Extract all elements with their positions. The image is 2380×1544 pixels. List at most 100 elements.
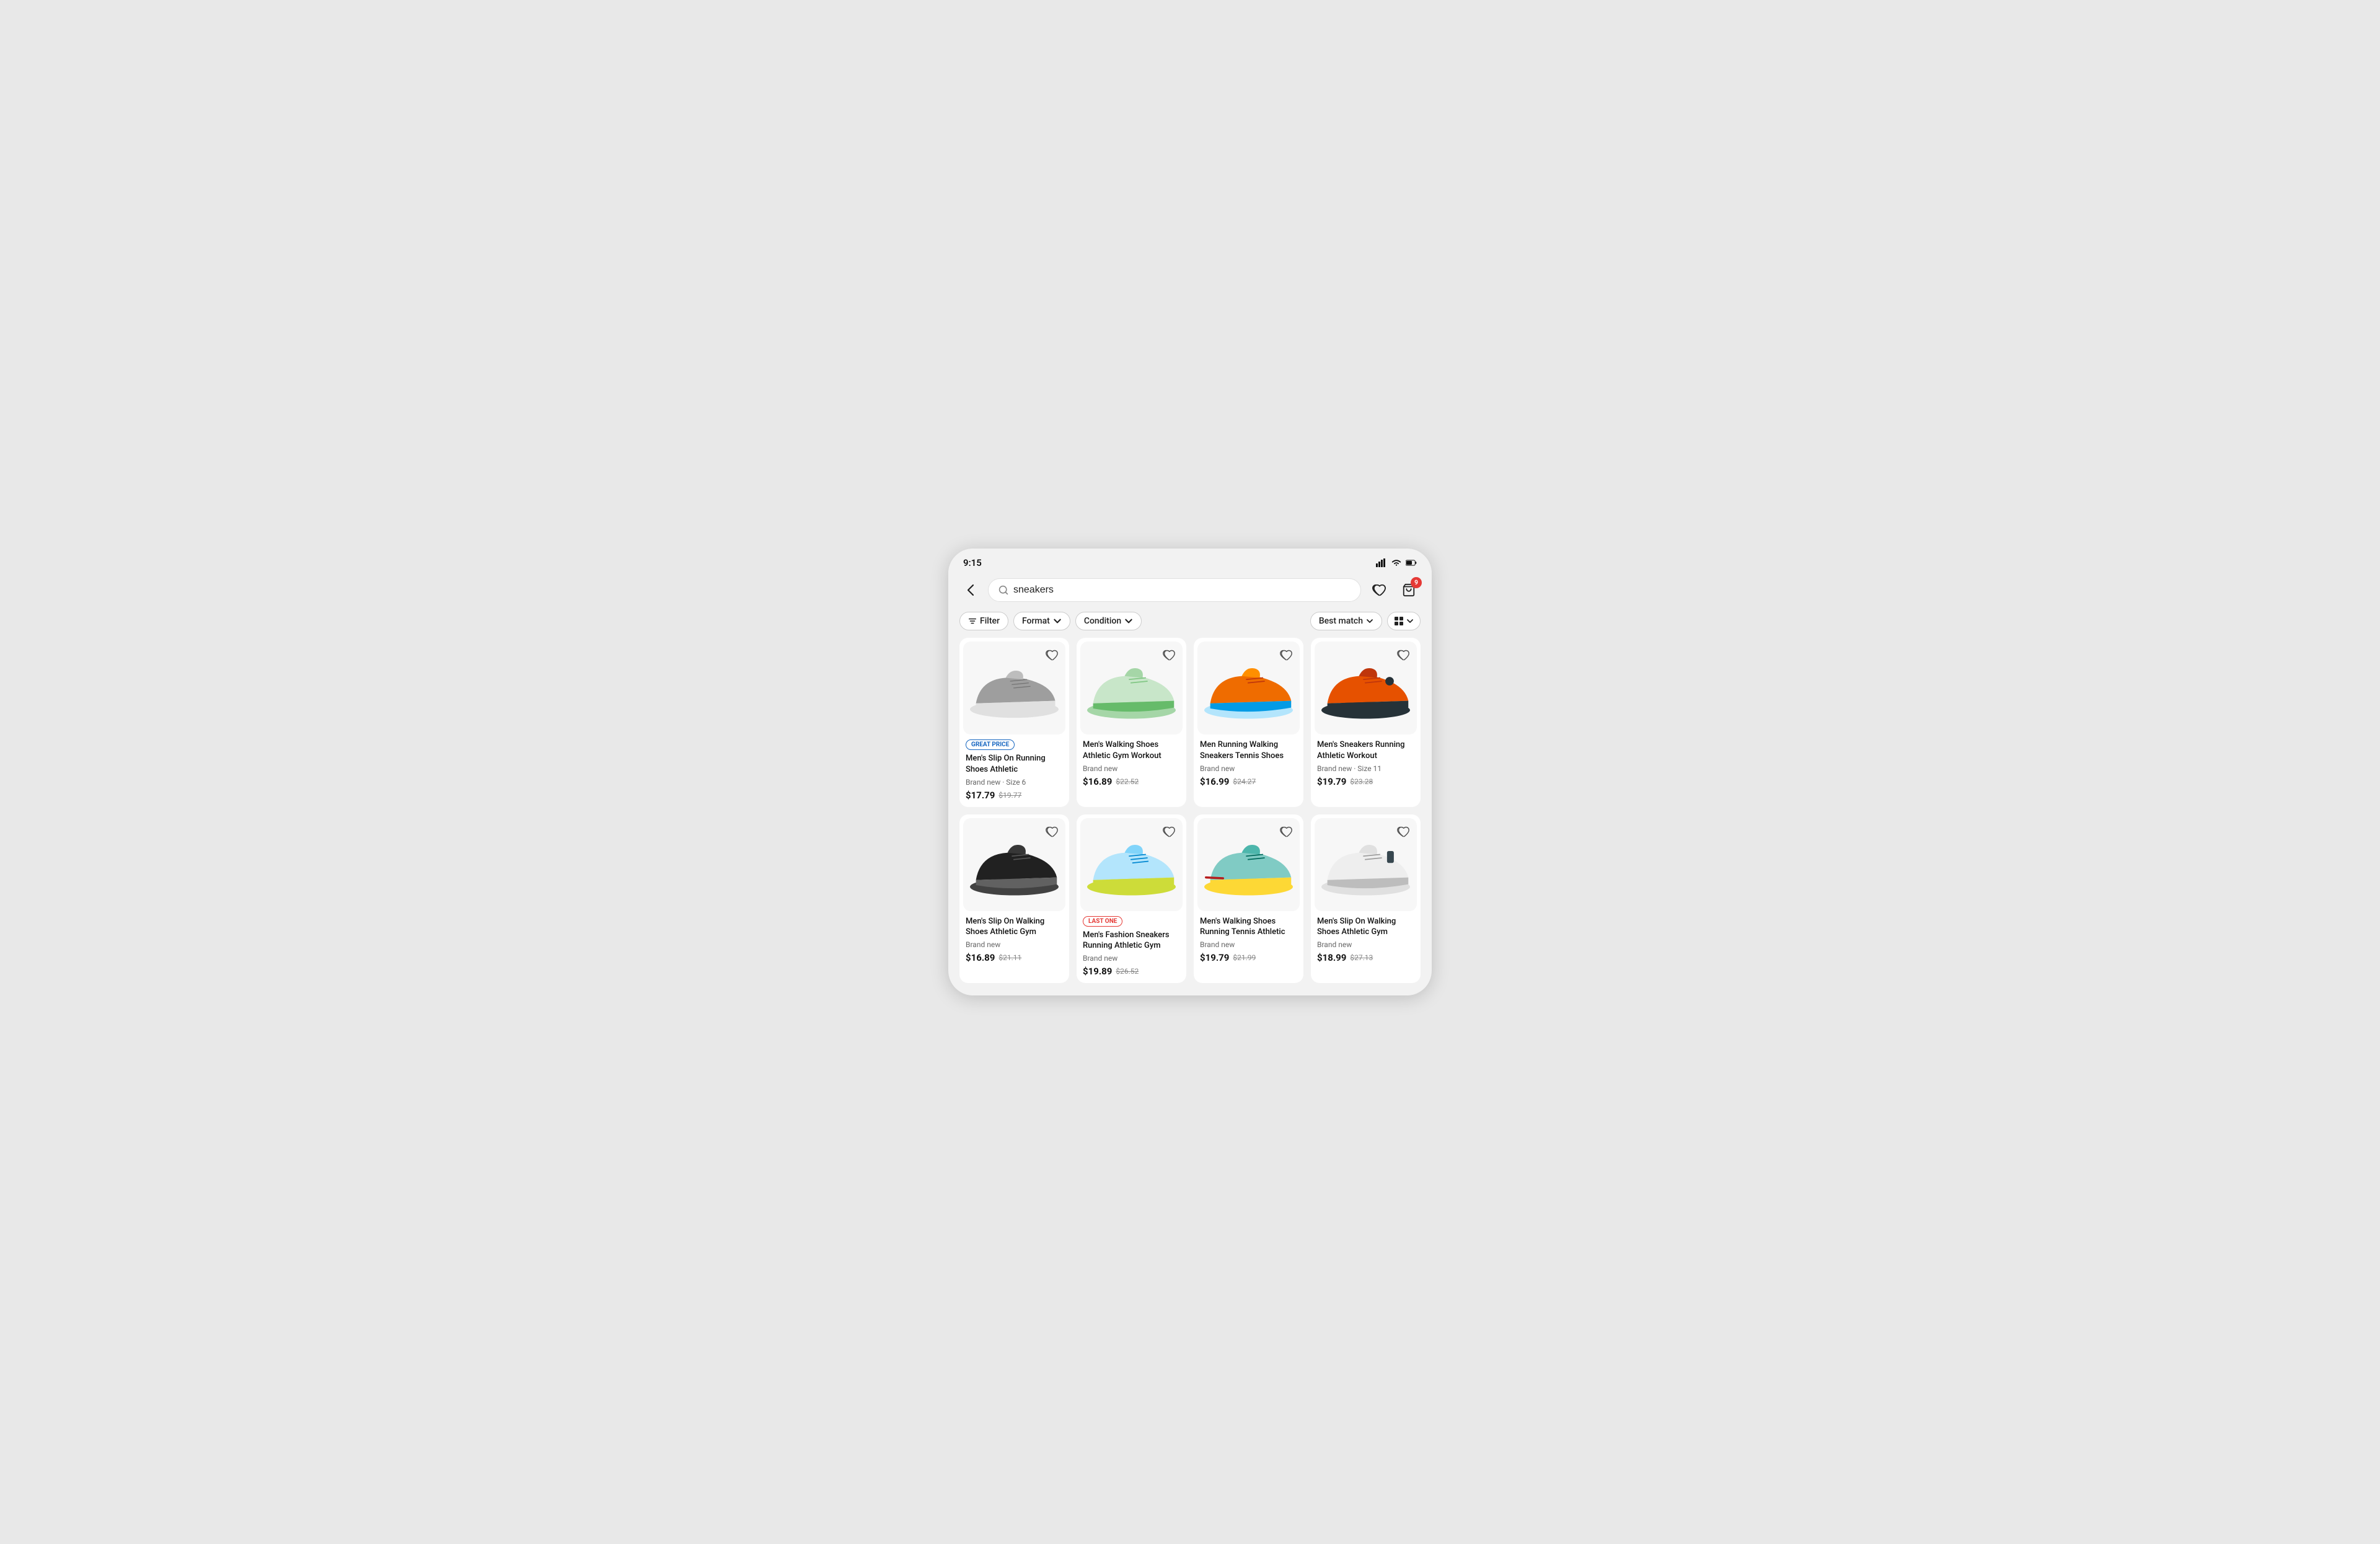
device-frame: 9:15: [948, 549, 1432, 995]
product-condition: Brand new: [1083, 954, 1180, 963]
product-card[interactable]: Men's Walking Shoes Running Tennis Athle…: [1194, 814, 1303, 983]
product-card[interactable]: Men's Slip On Walking Shoes Athletic Gym…: [1311, 814, 1421, 983]
back-button[interactable]: [959, 579, 982, 601]
status-time: 9:15: [963, 557, 982, 568]
product-prices: $19.79 $23.28: [1317, 776, 1414, 787]
product-title: Men's Walking Shoes Athletic Gym Workout: [1083, 739, 1180, 761]
condition-dropdown[interactable]: Condition: [1075, 612, 1142, 630]
price-original: $26.52: [1116, 967, 1139, 976]
product-title: Men's Slip On Walking Shoes Athletic Gym: [966, 916, 1063, 938]
wishlist-button[interactable]: [1367, 578, 1391, 602]
product-prices: $18.99 $27.13: [1317, 952, 1414, 963]
product-condition: Brand new · Size 6: [966, 778, 1063, 787]
signal-icon: [1376, 558, 1387, 567]
product-info: Men's Walking Shoes Running Tennis Athle…: [1194, 911, 1303, 983]
product-title: Men's Sneakers Running Athletic Workout: [1317, 739, 1414, 761]
products-grid: GREAT PRICE Men's Slip On Running Shoes …: [948, 638, 1432, 995]
product-info: Men's Slip On Walking Shoes Athletic Gym…: [959, 911, 1069, 983]
product-image: [963, 642, 1065, 735]
product-prices: $16.99 $24.27: [1200, 776, 1297, 787]
product-prices: $19.79 $21.99: [1200, 952, 1297, 963]
product-image: [1315, 642, 1417, 735]
search-icon: [998, 585, 1008, 595]
status-icons: [1376, 558, 1417, 567]
product-card[interactable]: LAST ONE Men's Fashion Sneakers Running …: [1077, 814, 1186, 983]
product-badge: LAST ONE: [1083, 916, 1122, 927]
wishlist-btn[interactable]: [1043, 823, 1060, 840]
format-label: Format: [1022, 616, 1050, 626]
product-title: Men's Slip On Walking Shoes Athletic Gym: [1317, 916, 1414, 938]
product-card[interactable]: Men's Walking Shoes Athletic Gym Workout…: [1077, 638, 1186, 806]
wishlist-btn[interactable]: [1277, 646, 1295, 664]
product-info: GREAT PRICE Men's Slip On Running Shoes …: [959, 735, 1069, 806]
product-prices: $16.89 $21.11: [966, 952, 1063, 963]
battery-icon: [1406, 558, 1417, 567]
product-card[interactable]: GREAT PRICE Men's Slip On Running Shoes …: [959, 638, 1069, 806]
product-image: [963, 818, 1065, 911]
product-prices: $16.89 $22.52: [1083, 776, 1180, 787]
product-title: Men Running Walking Sneakers Tennis Shoe…: [1200, 739, 1297, 761]
product-condition: Brand new: [1200, 940, 1297, 949]
price-current: $17.79: [966, 790, 995, 801]
sort-chevron-icon: [1366, 617, 1373, 625]
product-title: Men's Slip On Running Shoes Athletic: [966, 753, 1063, 775]
cart-button[interactable]: 9: [1397, 578, 1421, 602]
search-bar-row: 9: [948, 573, 1432, 608]
price-current: $18.99: [1317, 952, 1346, 963]
product-image: [1080, 818, 1183, 911]
product-info: Men's Walking Shoes Athletic Gym Workout…: [1077, 735, 1186, 806]
wifi-icon: [1391, 558, 1402, 567]
format-dropdown[interactable]: Format: [1013, 612, 1070, 630]
product-condition: Brand new: [1200, 764, 1297, 773]
product-title: Men's Walking Shoes Running Tennis Athle…: [1200, 916, 1297, 938]
wishlist-btn[interactable]: [1160, 646, 1178, 664]
product-condition: Brand new: [1317, 940, 1414, 949]
price-current: $16.99: [1200, 776, 1229, 787]
product-info: LAST ONE Men's Fashion Sneakers Running …: [1077, 911, 1186, 983]
grid-icon: [1394, 616, 1404, 626]
search-input-wrap: [988, 578, 1361, 602]
product-info: Men's Sneakers Running Athletic Workout …: [1311, 735, 1421, 806]
product-card[interactable]: Men's Sneakers Running Athletic Workout …: [1311, 638, 1421, 806]
sort-dropdown[interactable]: Best match: [1310, 612, 1382, 630]
cart-badge: 9: [1411, 577, 1422, 588]
filter-icon: [968, 617, 977, 625]
price-original: $27.13: [1350, 953, 1373, 962]
filter-row: Filter Format Condition Best match: [948, 608, 1432, 638]
product-info: Men Running Walking Sneakers Tennis Shoe…: [1194, 735, 1303, 806]
condition-chevron-icon: [1124, 617, 1133, 625]
filter-button[interactable]: Filter: [959, 612, 1008, 630]
price-original: $23.28: [1350, 777, 1373, 786]
price-original: $24.27: [1233, 777, 1256, 786]
grid-view-toggle[interactable]: [1387, 612, 1421, 630]
product-image: [1315, 818, 1417, 911]
filter-label: Filter: [980, 616, 1000, 626]
product-image: [1197, 818, 1300, 911]
wishlist-btn[interactable]: [1277, 823, 1295, 840]
format-chevron-icon: [1053, 617, 1062, 625]
product-prices: $17.79 $19.77: [966, 790, 1063, 801]
price-current: $19.89: [1083, 966, 1112, 977]
price-original: $21.11: [998, 953, 1021, 962]
price-current: $19.79: [1200, 952, 1229, 963]
grid-chevron-icon: [1406, 617, 1414, 625]
product-image: [1080, 642, 1183, 735]
price-original: $21.99: [1233, 953, 1256, 962]
product-title: Men's Fashion Sneakers Running Athletic …: [1083, 930, 1180, 951]
product-info: Men's Slip On Walking Shoes Athletic Gym…: [1311, 911, 1421, 983]
product-image: [1197, 642, 1300, 735]
product-condition: Brand new: [966, 940, 1063, 949]
product-card[interactable]: Men's Slip On Walking Shoes Athletic Gym…: [959, 814, 1069, 983]
status-bar: 9:15: [948, 549, 1432, 573]
wishlist-btn[interactable]: [1395, 823, 1412, 840]
product-badge: GREAT PRICE: [966, 739, 1015, 750]
sort-label: Best match: [1319, 616, 1363, 626]
product-condition: Brand new · Size 11: [1317, 764, 1414, 773]
search-input[interactable]: [1013, 585, 1351, 596]
wishlist-btn[interactable]: [1395, 646, 1412, 664]
product-card[interactable]: Men Running Walking Sneakers Tennis Shoe…: [1194, 638, 1303, 806]
price-original: $19.77: [998, 791, 1021, 800]
wishlist-btn[interactable]: [1160, 823, 1178, 840]
product-condition: Brand new: [1083, 764, 1180, 773]
wishlist-btn[interactable]: [1043, 646, 1060, 664]
